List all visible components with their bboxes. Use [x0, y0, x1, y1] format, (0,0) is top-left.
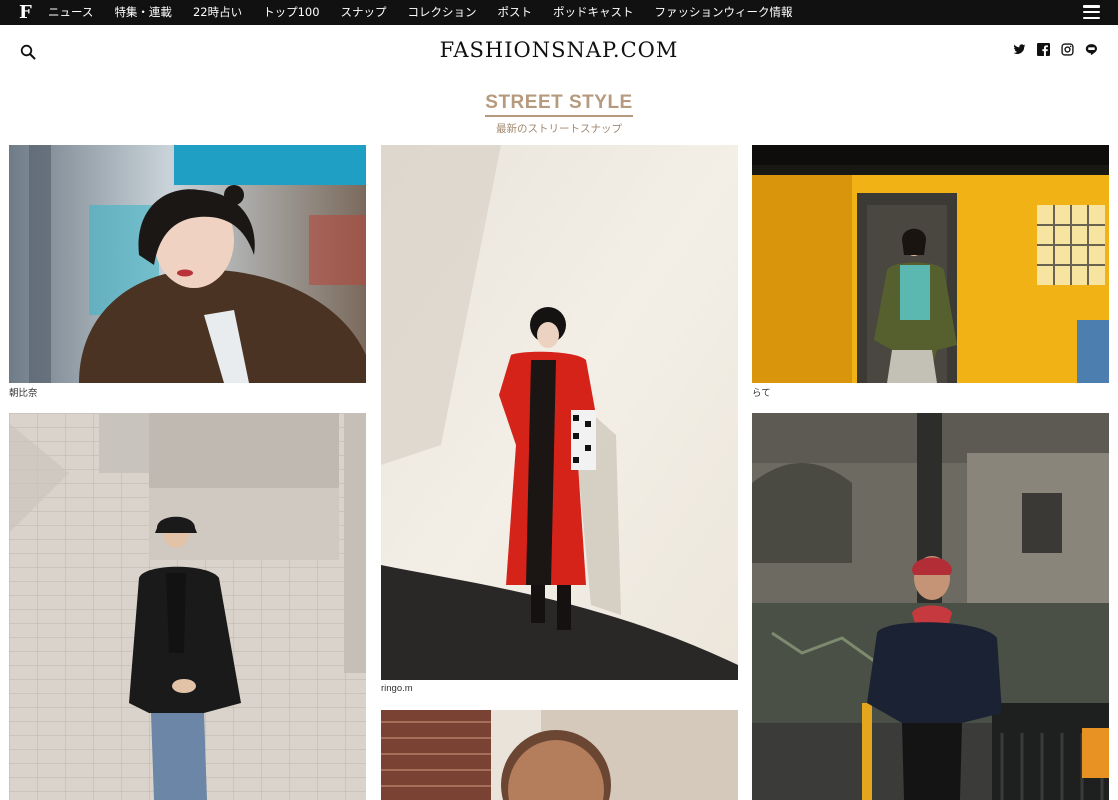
snap-photo[interactable] — [381, 145, 738, 680]
line-icon[interactable] — [1085, 41, 1098, 55]
main-nav: ニュース 特集・連載 22時占い トップ100 スナップ コレクション ポスト … — [48, 0, 814, 25]
social-links — [1002, 41, 1098, 56]
nav-item-news[interactable]: ニュース — [48, 0, 93, 25]
nav-item-snap[interactable]: スナップ — [341, 0, 387, 25]
section-title: STREET STYLE — [485, 92, 633, 117]
snap-photo[interactable] — [9, 413, 366, 800]
brand-logo-f[interactable]: F — [19, 0, 33, 25]
top-nav-bar: F ニュース 特集・連載 22時占い トップ100 スナップ コレクション ポス… — [0, 0, 1118, 25]
nav-item-post[interactable]: ポスト — [498, 0, 533, 25]
nav-item-fashion-week[interactable]: ファッションウィーク情報 — [655, 0, 793, 25]
site-header: FASHIONSNAP.COM — [0, 25, 1118, 80]
section-subtitle: 最新のストリートスナップ — [496, 123, 622, 135]
hamburger-menu-icon[interactable] — [1083, 5, 1100, 19]
section-header: STREET STYLE 最新のストリートスナップ — [0, 92, 1118, 136]
facebook-icon[interactable] — [1037, 41, 1050, 56]
snap-photo[interactable] — [381, 710, 738, 800]
snap-photo[interactable] — [752, 145, 1109, 383]
twitter-icon[interactable] — [1013, 41, 1026, 54]
site-logo[interactable]: FASHIONSNAP.COM — [0, 38, 1118, 62]
snap-card[interactable] — [9, 413, 366, 800]
snap-card[interactable]: ringo.m — [381, 145, 738, 698]
snap-card[interactable]: らて — [752, 145, 1109, 400]
snap-card[interactable] — [752, 413, 1109, 800]
nav-item-features[interactable]: 特集・連載 — [114, 0, 172, 25]
snap-photo[interactable] — [752, 413, 1109, 800]
snap-card[interactable] — [381, 710, 738, 800]
nav-item-collection[interactable]: コレクション — [408, 0, 477, 25]
snap-card[interactable]: 朝比奈 — [9, 145, 366, 400]
snap-name[interactable]: らて — [752, 385, 771, 399]
snap-name[interactable]: ringo.m — [381, 683, 413, 694]
nav-item-top100[interactable]: トップ100 — [263, 0, 319, 25]
nav-item-podcast[interactable]: ポッドキャスト — [553, 0, 634, 25]
snap-name[interactable]: 朝比奈 — [9, 385, 38, 399]
snap-photo[interactable] — [9, 145, 366, 383]
instagram-icon[interactable] — [1061, 41, 1074, 56]
nav-item-fortune[interactable]: 22時占い — [193, 0, 242, 25]
